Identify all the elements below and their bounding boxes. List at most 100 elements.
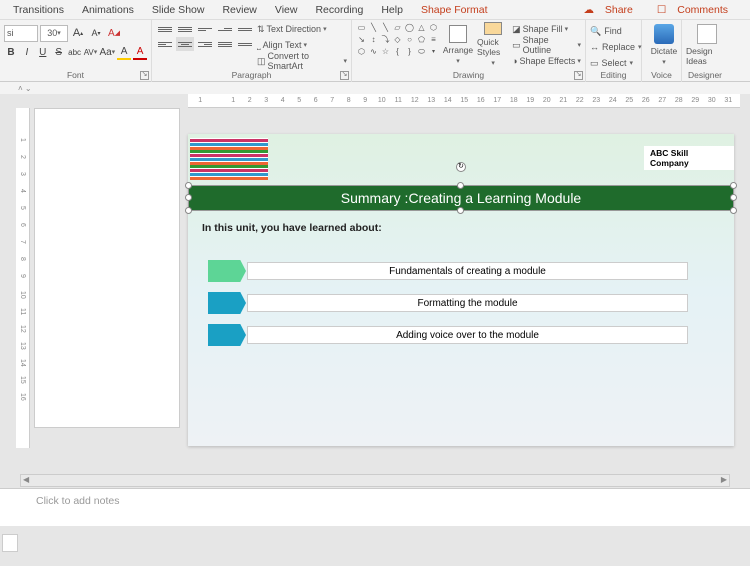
comments-button[interactable]: ☐ Comments [649, 4, 744, 16]
shape-fill-button[interactable]: ◪ Shape Fill ▾ [512, 22, 581, 36]
find-button[interactable]: 🔍 Find [590, 24, 637, 38]
group-voice-label: Voice [642, 70, 681, 80]
group-font: si 30 ▾ A▴ A▾ A◢ B I U S abc AV▾ Aa▾ A A… [0, 20, 152, 82]
under-ribbon-strip: ˄ ⌄ [0, 82, 750, 94]
spacing-button[interactable]: AV▾ [84, 45, 98, 60]
group-editing-label: Editing [586, 70, 641, 80]
selection-handle[interactable] [457, 182, 464, 189]
tab-view[interactable]: View [266, 4, 307, 16]
list-item[interactable]: Formatting the module [208, 292, 688, 314]
ruler-vertical[interactable]: 12345678910111213141516 [16, 108, 30, 448]
group-paragraph-label: Paragraph [152, 70, 351, 80]
shape-effects-button[interactable]: ◑ Shape Effects ▾ [512, 54, 581, 68]
rotation-handle[interactable] [456, 162, 466, 172]
horizontal-scrollbar[interactable] [20, 474, 730, 487]
new-slide-box[interactable] [2, 534, 18, 552]
group-drawing: ▭╲╲▱◯△⬡ ↘↕⤵◇○⬠≡ ⬡∿☆{}⬭▾ Arrange▾ Quick S… [352, 20, 586, 82]
notes-pane[interactable]: Click to add notes [0, 488, 750, 526]
ruler-horizontal[interactable]: 1123456789101112131415161718192021222324… [188, 94, 740, 108]
tab-slideshow[interactable]: Slide Show [143, 4, 214, 16]
group-font-label: Font [0, 70, 151, 80]
shape-outline-button[interactable]: ▭ Shape Outline ▾ [512, 38, 581, 52]
grow-font-button[interactable]: A▴ [70, 26, 86, 41]
slide-canvas[interactable]: ABC Skill Company Summary :Creating a Le… [188, 134, 734, 446]
case-button[interactable]: Aa▾ [99, 45, 115, 60]
slide-thumbnail-panel [34, 108, 184, 452]
chevron-icon [208, 292, 246, 314]
design-ideas-button[interactable]: Design Ideas [686, 22, 728, 67]
tab-recording[interactable]: Recording [306, 4, 372, 16]
list-item-text: Formatting the module [247, 294, 688, 312]
arrange-button[interactable]: Arrange▾ [442, 22, 474, 67]
shadow-button[interactable]: abc [68, 45, 82, 60]
font-size-input[interactable]: 30 ▾ [40, 25, 68, 42]
group-drawing-label: Drawing [352, 70, 585, 80]
align-center-button[interactable] [176, 37, 194, 51]
tab-help[interactable]: Help [372, 4, 412, 16]
selection-handle[interactable] [730, 182, 737, 189]
numbering-button[interactable] [176, 22, 194, 36]
replace-button[interactable]: ↔ Replace ▾ [590, 40, 637, 54]
font-color-button[interactable]: A [133, 45, 147, 60]
bullets-button[interactable] [156, 22, 174, 36]
smartart-button[interactable]: ◫ Convert to SmartArt ▾ [257, 54, 347, 68]
text-direction-button[interactable]: ⇅ Text Direction ▾ [257, 22, 347, 36]
line-spacing-button[interactable] [236, 22, 254, 36]
selection-handle[interactable] [457, 207, 464, 214]
design-icon [697, 24, 717, 44]
group-paragraph: ⇅ Text Direction ▾ ⎵ Align Text ▾ ◫ Conv… [152, 20, 352, 82]
tab-animations[interactable]: Animations [73, 4, 143, 16]
shrink-font-button[interactable]: A▾ [88, 26, 104, 41]
italic-button[interactable]: I [20, 45, 34, 60]
selection-handle[interactable] [730, 194, 737, 201]
list-item[interactable]: Fundamentals of creating a module [208, 260, 688, 282]
selection-handle[interactable] [730, 207, 737, 214]
tab-review[interactable]: Review [213, 4, 265, 16]
selection-handle[interactable] [185, 194, 192, 201]
list-item-text: Fundamentals of creating a module [247, 262, 688, 280]
tab-transitions[interactable]: Transitions [4, 4, 73, 16]
slide-decorative-image [190, 138, 268, 180]
align-left-button[interactable] [156, 37, 174, 51]
slide-thumbnail[interactable] [34, 108, 180, 428]
dec-indent-button[interactable] [196, 22, 214, 36]
slide-title-shape[interactable]: Summary :Creating a Learning Module [188, 185, 734, 211]
justify-button[interactable] [216, 37, 234, 51]
chevron-icon [208, 324, 246, 346]
slide-title-text: Summary :Creating a Learning Module [341, 190, 581, 206]
selection-handle[interactable] [185, 207, 192, 214]
mic-icon [654, 24, 674, 44]
slide-intro-text: In this unit, you have learned about: [202, 222, 382, 234]
align-right-button[interactable] [196, 37, 214, 51]
bottom-strip [0, 526, 750, 566]
bold-button[interactable]: B [4, 45, 18, 60]
selection-handle[interactable] [185, 182, 192, 189]
align-text-button[interactable]: ⎵ Align Text ▾ [257, 38, 347, 52]
tabs-right: ☁ Share ☐ Comments [575, 4, 750, 16]
ribbon-tabs: Transitions Animations Slide Show Review… [0, 0, 750, 20]
shapes-gallery[interactable]: ▭╲╲▱◯△⬡ ↘↕⤵◇○⬠≡ ⬡∿☆{}⬭▾ [356, 22, 439, 57]
drawing-launcher[interactable]: ↘ [574, 71, 583, 80]
clear-format-button[interactable]: A◢ [106, 26, 122, 41]
strike-button[interactable]: S [52, 45, 66, 60]
underline-button[interactable]: U [36, 45, 50, 60]
group-designer: Design Ideas Designer [682, 20, 728, 82]
columns-button[interactable] [236, 37, 254, 51]
chevron-icon [208, 260, 246, 282]
dictate-button[interactable]: Dictate▾ [646, 22, 682, 67]
inc-indent-button[interactable] [216, 22, 234, 36]
group-editing: 🔍 Find ↔ Replace ▾ ▭ Select ▾ Editing [586, 20, 642, 82]
tab-shape-format[interactable]: Shape Format [412, 4, 497, 16]
font-launcher[interactable]: ↘ [140, 71, 149, 80]
paragraph-launcher[interactable]: ↘ [340, 71, 349, 80]
select-button[interactable]: ▭ Select ▾ [590, 56, 637, 70]
group-voice: Dictate▾ Voice [642, 20, 682, 82]
list-item-text: Adding voice over to the module [247, 326, 688, 344]
ribbon: si 30 ▾ A▴ A▾ A◢ B I U S abc AV▾ Aa▾ A A… [0, 20, 750, 82]
share-button[interactable]: ☁ Share [575, 4, 648, 16]
highlight-button[interactable]: A [117, 45, 131, 60]
list-item[interactable]: Adding voice over to the module [208, 324, 688, 346]
company-label: ABC Skill Company [644, 146, 734, 170]
group-designer-label: Designer [682, 70, 728, 80]
quick-styles-button[interactable]: Quick Styles▾ [477, 22, 509, 67]
